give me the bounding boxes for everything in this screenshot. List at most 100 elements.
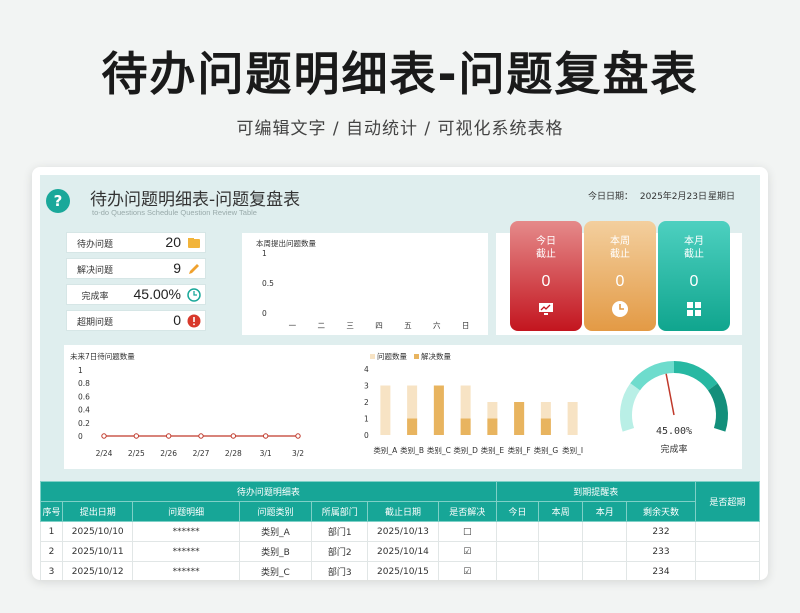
x-tick-label: 2/26 <box>160 449 177 458</box>
x-tick-label: 3/2 <box>292 449 304 458</box>
column-header[interactable]: 序号 <box>39 501 64 522</box>
stat-solved: 解决问题 9 <box>66 258 206 279</box>
future-line-chart: 未来7日待问题数量 1 0.8 0.6 0.4 0.2 0 2/24 2/25 2/26 2/27 2… <box>70 351 304 458</box>
tile-line2: 截止 <box>610 249 630 260</box>
dashboard-sheet: ? 待办问题明细表-问题复盘表 to-do Questions Schedule… <box>39 175 761 580</box>
x-tick-label: 2/28 <box>225 449 242 458</box>
cell-today <box>495 541 540 562</box>
table-row[interactable]: 3 2025/10/12 ****** 类别_C 部门3 2025/10/15 ☑ 234 <box>39 561 761 580</box>
date-value: 2025年2月23日 <box>639 192 707 202</box>
table-row[interactable]: 2 2025/10/11 ****** 类别_B 部门2 2025/10/14 ☑ 233 <box>39 541 761 562</box>
y-tick-label: 3 <box>364 382 369 391</box>
cell-week <box>538 521 584 542</box>
stat-value: 45.00% <box>133 286 181 302</box>
tile-month[interactable]: 本月 截止 0 <box>658 221 730 331</box>
data-point <box>230 433 237 439</box>
cell-month <box>582 541 628 562</box>
tile-line1: 本周 <box>610 236 630 247</box>
x-tick-label: 类别_B <box>400 445 424 455</box>
sheet-title: 待办问题明细表-问题复盘表 <box>90 190 301 210</box>
cell-days: 232 <box>626 521 696 542</box>
x-tick-label: 三 <box>346 321 354 330</box>
data-point <box>262 433 269 439</box>
bar <box>514 402 525 435</box>
completion-gauge: 45.00% 完成率 <box>620 361 728 455</box>
tile-line2: 截止 <box>536 249 556 260</box>
cell-dept: 部门2 <box>311 541 369 562</box>
gauge-value: 45.00% <box>656 426 692 437</box>
x-tick-label: 3/1 <box>260 449 272 458</box>
stat-label: 超期问题 <box>76 318 113 328</box>
cell-detail: ****** <box>132 541 240 562</box>
data-point <box>133 433 140 439</box>
banner-subtitle: 可编辑文字 / 自动统计 / 可视化系统表格 <box>236 119 564 139</box>
column-header[interactable]: 提出日期 <box>62 501 134 522</box>
cell-date: 2025/10/10 <box>62 521 134 542</box>
legend-swatch <box>370 354 375 359</box>
charts-panel: 未来7日待问题数量 1 0.8 0.6 0.4 0.2 0 2/24 2/25 2/26 2/27 2… <box>64 345 742 469</box>
data-point <box>165 433 172 439</box>
y-tick-label: 0 <box>364 431 369 440</box>
x-tick-label: 2/27 <box>193 449 210 458</box>
column-header[interactable]: 问题类别 <box>238 501 313 522</box>
data-point <box>198 433 204 439</box>
weekly-chart-panel: 本周提出问题数量 1 0.5 0 一 二 三 四 五 六 日 <box>242 233 488 335</box>
y-tick-label: 0 <box>262 309 267 318</box>
tile-value: 0 <box>615 273 625 290</box>
column-header[interactable]: 今日 <box>495 501 540 522</box>
column-header-overdue[interactable]: 是否超期 <box>694 481 761 522</box>
weekly-chart: 本周提出问题数量1 0.5 0 一 二 三 四 五 六 日 <box>256 238 469 330</box>
column-header[interactable]: 是否解决 <box>437 501 497 522</box>
stat-rate: 完成率 45.00% <box>66 284 206 305</box>
stat-label: 待办问题 <box>76 240 113 250</box>
column-header[interactable]: 本月 <box>582 501 628 522</box>
tile-today[interactable]: 今日 截止 0 <box>510 221 582 331</box>
cell-solved[interactable]: □ <box>437 521 497 542</box>
tile-week[interactable]: 本周截止 0 <box>584 221 656 331</box>
y-tick-label: 0.6 <box>78 392 90 401</box>
cell-solved[interactable]: ☑ <box>437 541 497 562</box>
legend-label: 问题数量 <box>377 351 407 361</box>
bar <box>433 385 444 435</box>
cell-detail: ****** <box>132 521 240 542</box>
help-icon[interactable]: ? <box>46 189 70 213</box>
cell-solved[interactable]: ☑ <box>437 561 497 580</box>
column-header[interactable]: 所属部门 <box>311 501 369 522</box>
cell-overdue <box>694 541 761 562</box>
y-tick-label: 0.4 <box>78 406 90 415</box>
tile-line2: 截止 <box>684 249 704 260</box>
cell-month <box>582 561 628 580</box>
cell-week <box>538 561 584 580</box>
bar <box>487 418 498 435</box>
column-header[interactable]: 剩余天数 <box>626 501 696 522</box>
legend-swatch <box>414 354 419 359</box>
x-tick-label: 类别_E <box>481 445 505 455</box>
y-tick-label: 0 <box>78 432 83 441</box>
x-tick-label: 五 <box>404 321 412 330</box>
y-tick-label: 0.2 <box>78 419 90 428</box>
stat-value: 20 <box>165 234 181 250</box>
folder-icon <box>188 238 200 248</box>
x-tick-label: 类别_G <box>534 445 559 455</box>
cell-date: 2025/10/12 <box>62 561 134 580</box>
tile-line1: 今日 <box>536 236 556 247</box>
column-header[interactable]: 问题明细 <box>132 501 240 522</box>
gauge-segment <box>707 383 728 432</box>
date-display: 今日日期： 2025年2月23日 <box>588 189 711 202</box>
column-header[interactable]: 本周 <box>538 501 584 522</box>
cell-due: 2025/10/15 <box>367 561 439 580</box>
cell-overdue <box>694 521 761 542</box>
gauge-label: 完成率 <box>660 443 687 455</box>
y-tick-label: 1 <box>78 366 83 375</box>
cell-detail: ****** <box>132 561 240 580</box>
cell-cat: 类别_B <box>238 541 313 562</box>
cell-due: 2025/10/14 <box>367 541 439 562</box>
gauge-needle <box>665 373 675 416</box>
y-tick-label: 0.8 <box>78 379 90 388</box>
bar <box>540 418 551 435</box>
y-tick-label: 1 <box>262 249 267 258</box>
column-header[interactable]: 截止日期 <box>367 501 439 522</box>
legend-label: 解决数量 <box>421 351 451 361</box>
table-row[interactable]: 1 2025/10/10 ****** 类别_A 部门1 2025/10/13 □ 232 <box>39 521 761 542</box>
bar <box>407 418 418 435</box>
